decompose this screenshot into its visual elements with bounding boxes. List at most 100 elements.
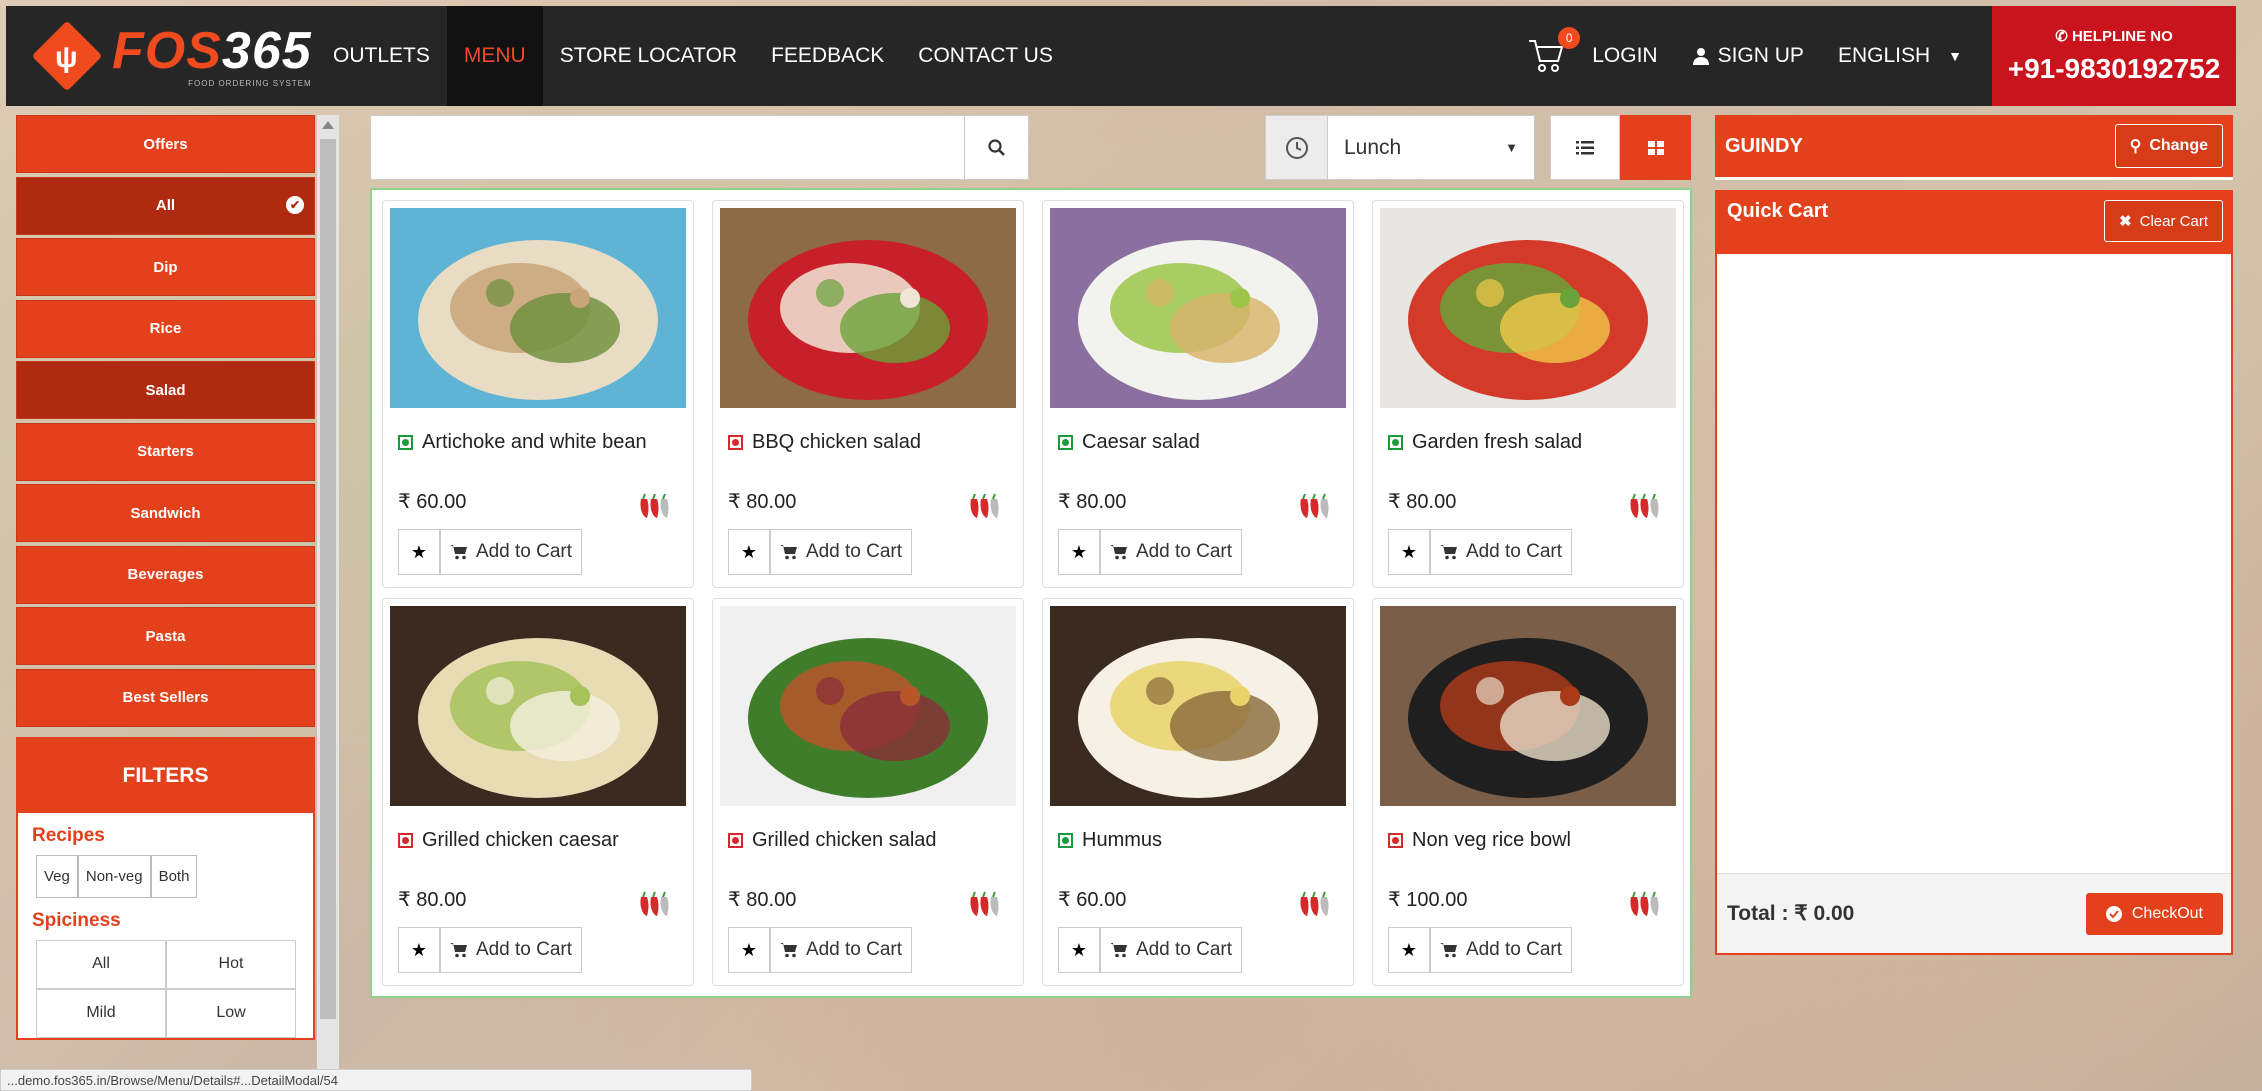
signup-link[interactable]: SIGN UP — [1692, 44, 1804, 68]
quick-cart-panel: Quick Cart ✖ Clear Cart Total : ₹ 0.00 C… — [1715, 190, 2233, 955]
language-dropdown[interactable]: ENGLISH ▼ — [1838, 44, 1962, 68]
search-input[interactable] — [371, 116, 964, 179]
add-to-cart-button[interactable]: Add to Cart — [1430, 529, 1572, 575]
favorite-button[interactable]: ★ — [1058, 529, 1100, 575]
nav-contact-us[interactable]: CONTACT US — [901, 6, 1070, 106]
product-image[interactable] — [390, 208, 686, 408]
cart-icon[interactable]: 0 — [1526, 27, 1581, 77]
product-name[interactable]: Caesar salad — [1082, 431, 1200, 454]
product-card[interactable]: Non veg rice bowl ₹ 100.00 ★ Add to Cart — [1372, 598, 1684, 986]
add-to-cart-label: Add to Cart — [1465, 939, 1563, 960]
product-name[interactable]: Non veg rice bowl — [1412, 829, 1571, 852]
product-card[interactable]: Grilled chicken caesar ₹ 80.00 ★ Add to Car… — [382, 598, 694, 986]
location-bar: GUINDY ⚲ Change — [1715, 115, 2233, 180]
product-card[interactable]: Hummus ₹ 60.00 ★ Add to Cart — [1042, 598, 1354, 986]
meal-select[interactable]: Lunch ▼ — [1328, 116, 1534, 179]
cart-icon — [779, 943, 797, 958]
recipe-veg-button[interactable]: Veg — [36, 854, 78, 898]
search-button[interactable] — [964, 116, 1028, 179]
map-marker-icon: ⚲ — [2129, 138, 2142, 155]
spice-mild-button[interactable]: Mild — [36, 988, 166, 1038]
add-to-cart-button[interactable]: Add to Cart — [770, 529, 912, 575]
product-price: ₹ 80.00 — [398, 889, 467, 911]
product-name[interactable]: Artichoke and white bean — [422, 431, 647, 454]
category-pasta[interactable]: Pasta — [16, 607, 315, 665]
grid-view-button[interactable] — [1620, 115, 1691, 180]
product-image[interactable] — [1050, 208, 1346, 408]
filters-panel: FILTERS Recipes Veg Non-veg Both Spicine… — [16, 736, 315, 1040]
product-card[interactable]: Caesar salad ₹ 80.00 ★ Add to Cart — [1042, 200, 1354, 588]
scroll-up-icon[interactable] — [322, 121, 334, 129]
favorite-button[interactable]: ★ — [1388, 927, 1430, 973]
product-image[interactable] — [720, 208, 1016, 408]
brand-logo[interactable]: ψ FOS365 FOOD ORDERING SYSTEM — [6, 6, 316, 106]
add-to-cart-button[interactable]: Add to Cart — [1100, 529, 1242, 575]
checkout-button[interactable]: CheckOut — [2085, 892, 2223, 935]
list-view-button[interactable] — [1550, 115, 1620, 180]
favorite-button[interactable]: ★ — [398, 927, 440, 973]
favorite-button[interactable]: ★ — [1388, 529, 1430, 575]
category-dip[interactable]: Dip — [16, 238, 315, 296]
product-name[interactable]: BBQ chicken salad — [752, 431, 921, 454]
category-label: Sandwich — [130, 504, 201, 522]
star-icon: ★ — [740, 939, 758, 960]
spice-low-button[interactable]: Low — [166, 988, 296, 1038]
star-icon: ★ — [1400, 939, 1418, 960]
category-sidebar: Offers All ✔ Dip Rice Salad Starters Sand… — [16, 115, 315, 1040]
nav-feedback[interactable]: FEEDBACK — [754, 6, 901, 106]
product-card[interactable]: Garden fresh salad ₹ 80.00 ★ Add to Cart — [1372, 200, 1684, 588]
product-image[interactable] — [1050, 606, 1346, 806]
category-best-sellers[interactable]: Best Sellers — [16, 668, 315, 727]
nav-outlets[interactable]: OUTLETS — [316, 6, 447, 106]
product-card[interactable]: BBQ chicken salad ₹ 80.00 ★ Add to Cart — [712, 200, 1024, 588]
product-image[interactable] — [1380, 606, 1676, 806]
add-to-cart-button[interactable]: Add to Cart — [1100, 927, 1242, 973]
favorite-button[interactable]: ★ — [728, 927, 770, 973]
product-name[interactable]: Hummus — [1082, 829, 1162, 852]
spice-all-button[interactable]: All — [36, 939, 166, 989]
product-card[interactable]: Grilled chicken salad ₹ 80.00 ★ Add to Cart — [712, 598, 1024, 986]
cart-count-badge: 0 — [1558, 27, 1581, 49]
clear-cart-label: Clear Cart — [2139, 212, 2208, 230]
grid-icon — [1647, 140, 1664, 155]
product-name[interactable]: Garden fresh salad — [1412, 431, 1582, 454]
star-icon: ★ — [410, 541, 428, 562]
category-offers[interactable]: Offers — [16, 115, 315, 173]
category-beverages[interactable]: Beverages — [16, 545, 315, 604]
product-image[interactable] — [1380, 208, 1676, 408]
category-all[interactable]: All ✔ — [16, 176, 315, 235]
check-circle-icon: ✔ — [286, 195, 304, 214]
recipe-nonveg-button[interactable]: Non-veg — [77, 854, 151, 898]
clear-cart-button[interactable]: ✖ Clear Cart — [2104, 200, 2223, 242]
nav-menu[interactable]: MENU — [446, 6, 543, 106]
change-location-button[interactable]: ⚲ Change — [2114, 124, 2223, 168]
helpline-label: HELPLINE NO — [2071, 28, 2173, 45]
favorite-button[interactable]: ★ — [1058, 927, 1100, 973]
login-link[interactable]: LOGIN — [1592, 44, 1657, 68]
sidebar-scrollbar[interactable] — [317, 115, 339, 1091]
product-name[interactable]: Grilled chicken caesar — [422, 829, 619, 852]
nonveg-indicator-icon — [1388, 833, 1403, 848]
product-image[interactable] — [390, 606, 686, 806]
category-rice[interactable]: Rice — [16, 299, 315, 358]
add-to-cart-button[interactable]: Add to Cart — [1430, 927, 1572, 973]
add-to-cart-button[interactable]: Add to Cart — [440, 529, 582, 575]
favorite-button[interactable]: ★ — [398, 529, 440, 575]
category-sandwich[interactable]: Sandwich — [16, 484, 315, 542]
add-to-cart-button[interactable]: Add to Cart — [770, 927, 912, 973]
recipe-both-button[interactable]: Both — [150, 854, 198, 898]
product-name[interactable]: Grilled chicken salad — [752, 829, 937, 852]
favorite-button[interactable]: ★ — [728, 529, 770, 575]
add-to-cart-label: Add to Cart — [805, 541, 903, 562]
product-image[interactable] — [720, 606, 1016, 806]
product-card[interactable]: Artichoke and white bean ₹ 60.00 ★ Add to C… — [382, 200, 694, 588]
category-starters[interactable]: Starters — [16, 422, 315, 481]
logo-name-part2: 365 — [221, 21, 312, 80]
add-to-cart-button[interactable]: Add to Cart — [440, 927, 582, 973]
meal-time-selector: Lunch ▼ — [1265, 115, 1535, 180]
category-salad[interactable]: Salad — [16, 361, 315, 419]
nav-store-locator[interactable]: STORE LOCATOR — [543, 6, 754, 106]
spice-hot-button[interactable]: Hot — [166, 939, 296, 989]
scrollbar-thumb[interactable] — [320, 139, 336, 1019]
logo-name-part1: FOS — [112, 21, 222, 80]
